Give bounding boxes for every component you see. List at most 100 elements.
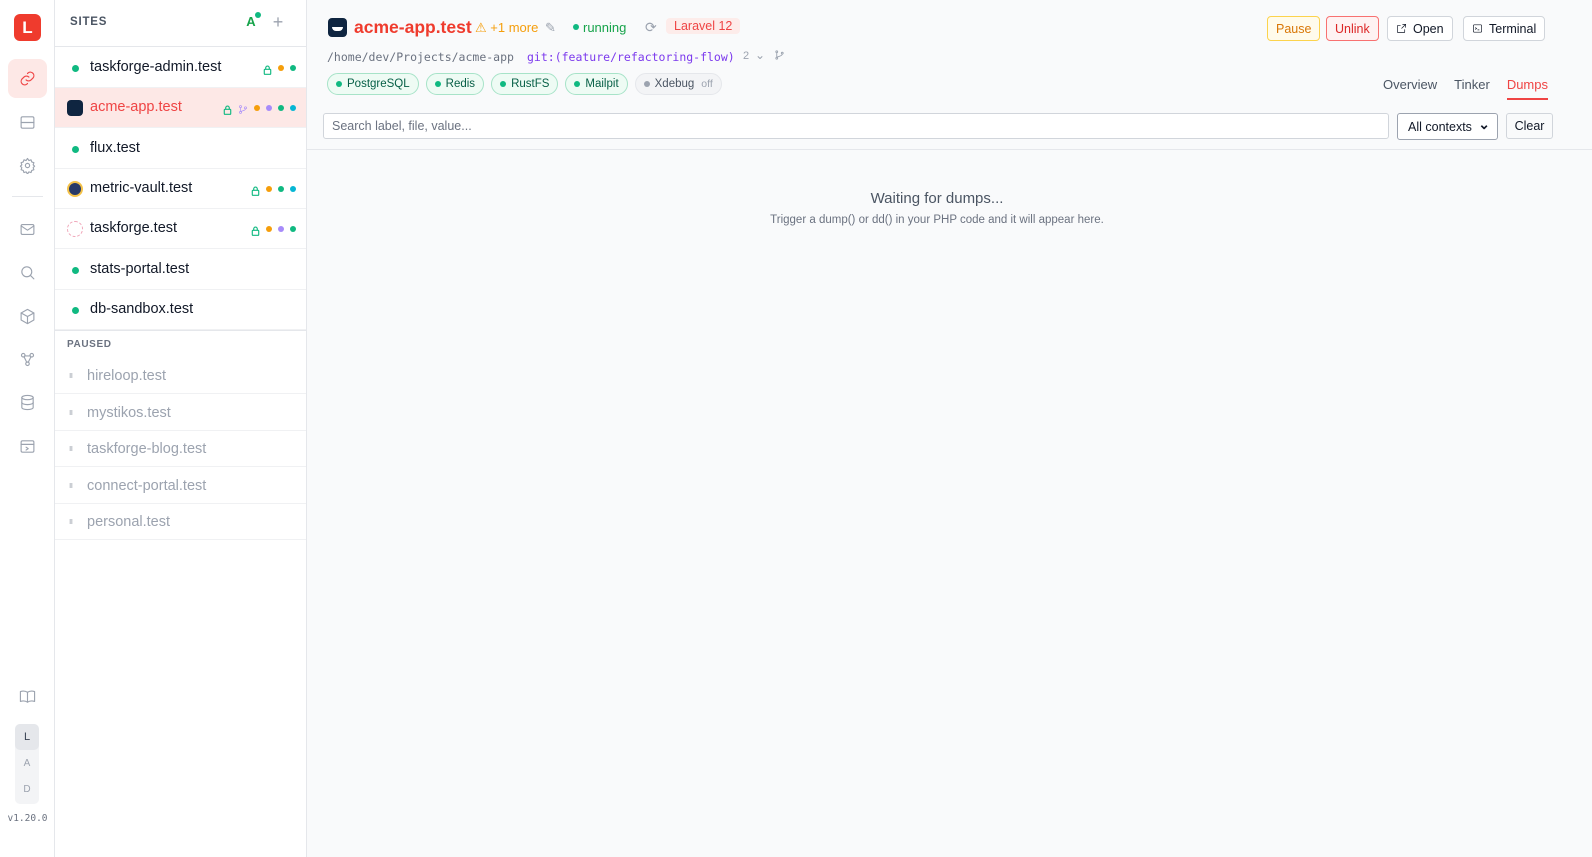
site-name: acme-app.test	[90, 99, 182, 116]
service-chip[interactable]: Redis	[425, 73, 485, 95]
site-item[interactable]: taskforge-admin.test	[55, 48, 306, 88]
terminal-icon	[1473, 24, 1482, 33]
context-select[interactable]: All contexts	[1397, 113, 1498, 140]
database-nav-button[interactable]	[8, 383, 47, 422]
paused-site-item[interactable]: ıı connect-portal.test	[55, 468, 306, 504]
paused-divider	[55, 330, 306, 331]
site-item[interactable]: flux.test	[55, 129, 306, 169]
network-nav-button[interactable]	[8, 340, 47, 379]
settings-nav-button[interactable]	[8, 146, 47, 185]
sites-panel: SITES A + taskforge-admin.test acme-app.t…	[55, 0, 307, 857]
app-logo[interactable]: L	[14, 14, 41, 41]
service-dot	[278, 65, 284, 71]
terminal-button[interactable]: Terminal	[1463, 16, 1546, 41]
site-item[interactable]: db-sandbox.test	[55, 290, 306, 330]
site-status-dot	[72, 266, 79, 274]
mail-nav-button[interactable]	[8, 210, 47, 249]
site-item[interactable]: stats-portal.test	[55, 250, 306, 290]
service-chip[interactable]: Mailpit	[565, 73, 628, 95]
site-item[interactable]: taskforge.test	[55, 209, 306, 250]
sites-title: SITES	[70, 16, 108, 28]
service-chip[interactable]: PostgreSQL	[327, 73, 419, 95]
theme-switcher: L A D	[15, 724, 39, 804]
site-name: personal.test	[87, 514, 171, 530]
lock-icon	[251, 224, 260, 237]
site-item[interactable]: acme-app.test	[55, 88, 306, 129]
service-name: Mailpit	[585, 78, 619, 90]
site-name: flux.test	[90, 139, 140, 156]
framework-badge: Laravel 12	[666, 18, 741, 34]
lock-icon	[263, 63, 272, 75]
gear-icon	[19, 157, 36, 174]
tab-tinker[interactable]: Tinker	[1454, 77, 1490, 100]
tab-overview[interactable]: Overview	[1383, 77, 1437, 100]
site-name: metric-vault.test	[90, 179, 193, 196]
search-icon	[21, 266, 35, 280]
paused-section-title: PAUSED	[67, 339, 112, 350]
warnings-badge[interactable]: ⚠ +1 more	[475, 20, 538, 36]
service-state-label: off	[701, 78, 713, 90]
icon-rail: L L A D v1.20.0	[0, 0, 55, 857]
site-name: db-sandbox.test	[90, 300, 194, 317]
git-branch-icon	[238, 103, 248, 114]
services-nav-button[interactable]	[8, 103, 47, 142]
service-status-dot	[434, 81, 441, 87]
paused-site-item[interactable]: ıı personal.test	[55, 504, 306, 540]
service-dot	[254, 105, 260, 112]
site-badges	[251, 183, 296, 196]
service-status-dot	[500, 81, 507, 87]
theme-option-light[interactable]: L	[15, 724, 39, 750]
service-chip[interactable]: Xdebug off	[634, 73, 722, 95]
service-name: Redis	[445, 78, 476, 90]
search-nav-button[interactable]	[8, 253, 47, 292]
site-item[interactable]: metric-vault.test	[55, 169, 306, 209]
edit-pencil-icon[interactable]: ✎	[545, 20, 556, 36]
paused-site-item[interactable]: ıı taskforge-blog.test	[55, 431, 306, 467]
paused-site-item[interactable]: ıı hireloop.test	[55, 358, 306, 394]
rail-divider	[12, 196, 43, 197]
service-status-dot	[574, 81, 581, 87]
service-dot	[278, 226, 284, 233]
site-name: stats-portal.test	[90, 260, 190, 277]
book-icon	[19, 690, 36, 703]
service-dot	[266, 185, 272, 192]
docs-nav-button[interactable]	[8, 677, 47, 716]
theme-option-dark[interactable]: D	[15, 776, 39, 802]
open-label: Open	[1413, 21, 1444, 36]
site-badges	[251, 223, 296, 237]
context-select-value: All contexts	[1408, 119, 1472, 134]
service-dot	[290, 226, 296, 233]
pause-button[interactable]: Pause	[1267, 16, 1321, 41]
dumps-filter-bar: All contexts Clear	[307, 104, 1592, 150]
pause-icon: ıı	[69, 370, 73, 380]
packages-nav-button[interactable]	[8, 297, 47, 336]
chevron-down-icon[interactable]: ⌄	[755, 48, 765, 62]
refresh-icon[interactable]: ⟳	[645, 19, 657, 36]
pause-icon: ıı	[69, 479, 73, 490]
unlink-button[interactable]: Unlink	[1326, 16, 1379, 41]
site-detail: acme-app.test ⚠ +1 more ✎ running ⟳ Lara…	[307, 0, 1592, 857]
service-name: RustFS	[511, 78, 550, 90]
project-path[interactable]: /home/dev/Projects/acme-app	[327, 50, 514, 64]
sites-nav-button[interactable]	[8, 59, 47, 98]
site-name: taskforge-blog.test	[87, 441, 207, 457]
site-favicon	[328, 18, 347, 37]
site-favicon	[67, 221, 83, 238]
service-chip[interactable]: RustFS	[491, 73, 559, 95]
theme-option-auto[interactable]: A	[15, 750, 39, 776]
terminal-window-icon	[20, 440, 35, 453]
paused-site-item[interactable]: ıı mystikos.test	[55, 395, 306, 431]
open-button[interactable]: Open	[1387, 16, 1453, 41]
dumps-search-input[interactable]	[323, 113, 1389, 139]
app-version: v1.20.0	[7, 813, 48, 824]
git-branch-label[interactable]: git:(feature/refactoring-flow)	[527, 50, 735, 64]
service-dot	[278, 105, 284, 112]
external-link-icon	[1397, 24, 1406, 33]
site-status-dot	[72, 306, 79, 314]
add-site-icon[interactable]: +	[270, 13, 286, 31]
git-branch-icon[interactable]	[774, 49, 785, 61]
logs-nav-button[interactable]	[8, 427, 47, 466]
clear-button[interactable]: Clear	[1506, 113, 1553, 139]
tab-dumps[interactable]: Dumps	[1506, 77, 1548, 100]
cube-icon	[20, 308, 35, 325]
